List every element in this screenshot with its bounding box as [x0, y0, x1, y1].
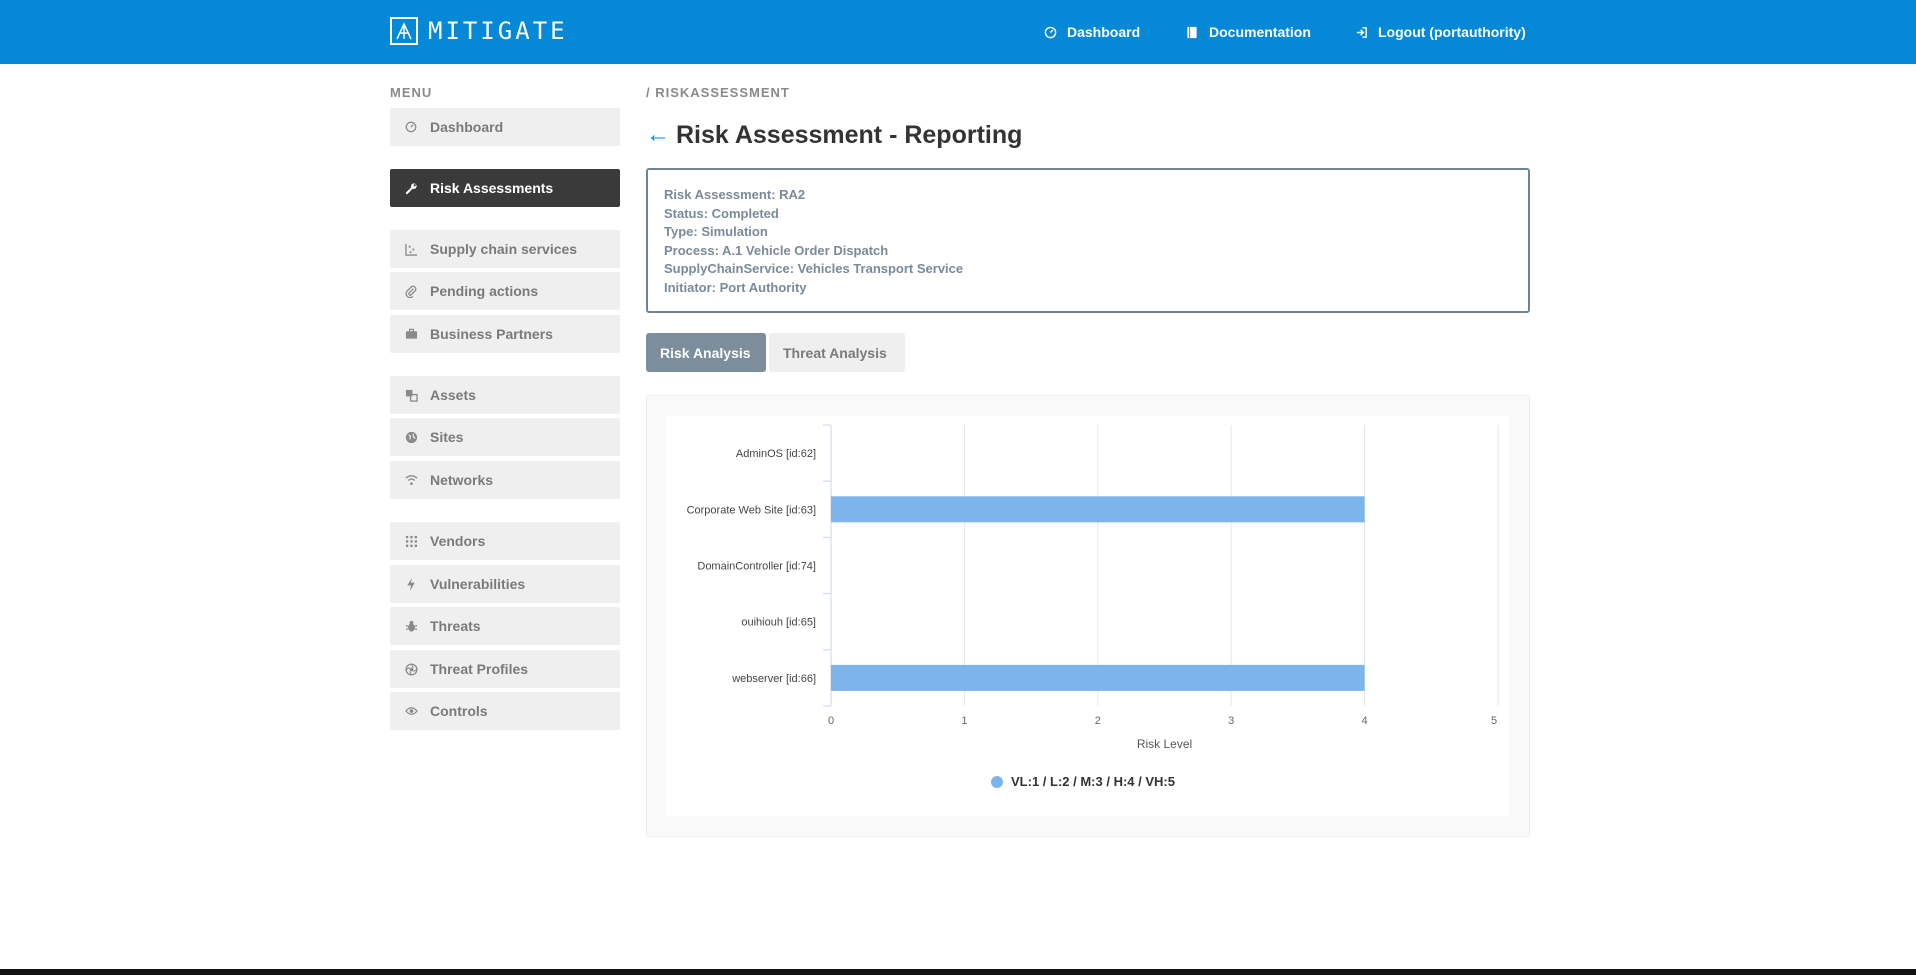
brand-logo[interactable]: MITIGATE [390, 16, 568, 46]
x-tick-label: 0 [828, 715, 834, 727]
sidebar-heading: MENU [390, 85, 433, 100]
nav-dashboard-link[interactable]: Dashboard [1043, 0, 1140, 64]
x-tick-label: 4 [1362, 715, 1368, 727]
eye-icon [404, 704, 418, 718]
sidebar-item-vendors[interactable]: Vendors [390, 522, 620, 560]
nav-logout-label: Logout (portauthority) [1378, 24, 1526, 40]
info-risk-assessment: Risk Assessment: RA2 [664, 187, 806, 202]
risk-level-chart: 0 1 2 3 4 5 AdminOS [id:62] Corporate Web Site … [666, 416, 1509, 816]
chart-svg: 0 1 2 3 4 5 AdminOS [id:62] Corporate Web Site … [687, 424, 1499, 751]
breadcrumb[interactable]: / RISKASSESSMENT [646, 85, 790, 100]
y-tick-label: AdminOS [id:62] [736, 448, 816, 460]
sidebar-item-label: Supply chain services [430, 241, 578, 257]
page-title: ← Risk Assessment - Reporting [646, 118, 1022, 152]
dashboard-icon [404, 120, 418, 134]
x-tick-label: 3 [1228, 715, 1234, 727]
aperture-icon [404, 662, 418, 676]
bug-icon [404, 619, 418, 633]
sidebar-item-label: Pending actions [430, 283, 539, 299]
y-tick-label: DomainController [id:74] [697, 561, 816, 573]
sidebar-item-label: Risk Assessments [430, 180, 554, 196]
x-axis-title: Risk Level [1137, 737, 1192, 751]
info-status: Status: Completed [664, 205, 779, 221]
sidebar-item-label: Business Partners [430, 326, 553, 342]
legend-label: VL:1 / L:2 / M:3 / H:4 / VH:5 [1011, 774, 1175, 789]
logo-mark-icon [390, 17, 418, 45]
tab-threat-analysis[interactable]: Threat Analysis [769, 333, 905, 372]
chart-legend[interactable]: VL:1 / L:2 / M:3 / H:4 / VH:5 [991, 774, 1175, 789]
bar [831, 664, 1365, 691]
sidebar-item-label: Controls [430, 703, 488, 719]
sidebar-item-threats[interactable]: Threats [390, 607, 620, 645]
x-tick-label: 5 [1491, 715, 1497, 727]
sidebar-item-label: Networks [430, 472, 494, 488]
tab-risk-analysis[interactable]: Risk Analysis [646, 333, 766, 372]
sidebar-item-label: Threats [430, 618, 481, 634]
brand-name: MITIGATE [428, 17, 568, 45]
sidebar-item-business-partners[interactable]: Business Partners [390, 315, 620, 353]
legend-marker [991, 775, 1003, 788]
sidebar-item-networks[interactable]: Networks [390, 461, 620, 499]
y-tick-label: ouihiouh [id:65] [741, 617, 816, 629]
sidebar-item-label: Threat Profiles [430, 661, 529, 677]
sidebar-item-controls[interactable]: Controls [390, 692, 620, 730]
assets-icon [404, 388, 418, 402]
sidebar-item-threat-profiles[interactable]: Threat Profiles [390, 650, 620, 688]
sidebar-item-dashboard[interactable]: Dashboard [390, 108, 620, 146]
x-tick-label: 1 [961, 715, 967, 727]
globe-icon [404, 430, 418, 444]
x-tick-label: 2 [1095, 715, 1101, 727]
sidebar-item-label: Vulnerabilities [430, 576, 526, 592]
sidebar-item-pending-actions[interactable]: Pending actions [390, 272, 620, 310]
sidebar-item-risk-assessments[interactable]: Risk Assessments [390, 169, 620, 207]
nav-dashboard-label: Dashboard [1067, 24, 1141, 40]
sidebar-item-label: Sites [430, 429, 464, 445]
bottom-strip [0, 969, 1916, 975]
book-icon [1185, 25, 1199, 39]
info-process: Process: A.1 Vehicle Order Dispatch [664, 242, 889, 258]
dashboard-icon [1043, 25, 1057, 39]
page-title-text: Risk Assessment - Reporting [676, 120, 1023, 149]
back-arrow-icon[interactable]: ← [646, 121, 670, 149]
supply-chain-icon [404, 242, 418, 256]
sidebar-item-label: Dashboard [430, 119, 504, 135]
sidebar-item-supply-chain-services[interactable]: Supply chain services [390, 230, 620, 268]
wifi-icon [404, 473, 418, 487]
nav-logout-link[interactable]: Logout (portauthority) [1354, 0, 1526, 64]
sidebar-item-label: Assets [430, 387, 476, 403]
nav-documentation-label: Documentation [1209, 24, 1311, 40]
sidebar-item-assets[interactable]: Assets [390, 376, 620, 414]
info-initiator: Initiator: Port Authority [664, 279, 807, 295]
wrench-icon [404, 181, 418, 195]
briefcase-icon [404, 327, 418, 341]
info-supply-chain-service: SupplyChainService: Vehicles Transport S… [664, 261, 964, 277]
nav-documentation-link[interactable]: Documentation [1185, 0, 1311, 64]
y-tick-label: webserver [id:66] [731, 673, 816, 685]
paperclip-icon [404, 284, 418, 298]
risk-assessment-info-box: Risk Assessment: RA2 Status: Completed T… [646, 168, 1530, 313]
sidebar-item-sites[interactable]: Sites [390, 418, 620, 456]
top-navbar: MITIGATE Dashboard Documentation Logout … [0, 0, 1916, 64]
logout-icon [1354, 25, 1368, 39]
y-tick-label: Corporate Web Site [id:63] [687, 504, 816, 516]
grid-icon [404, 534, 418, 548]
info-type: Type: Simulation [664, 224, 768, 240]
bar [831, 496, 1365, 523]
bolt-icon [404, 577, 418, 591]
sidebar-item-vulnerabilities[interactable]: Vulnerabilities [390, 565, 620, 603]
sidebar-item-label: Vendors [430, 533, 486, 549]
